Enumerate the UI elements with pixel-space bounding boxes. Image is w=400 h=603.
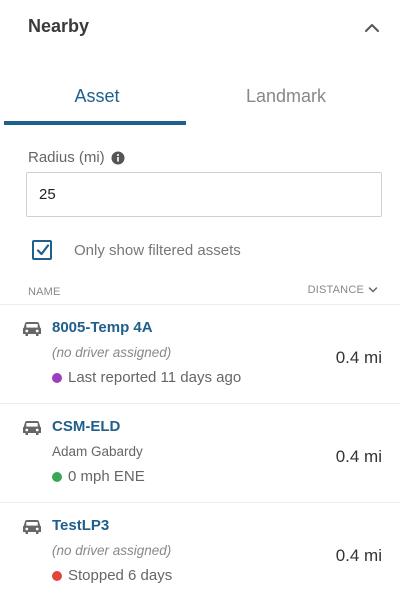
vehicle-icon — [23, 421, 41, 435]
panel-title: Nearby — [28, 16, 90, 36]
asset-name[interactable]: TestLP3 — [52, 517, 109, 534]
status-text: Last reported 11 days ago — [68, 369, 242, 386]
active-tab-indicator — [4, 121, 186, 125]
status-dot — [52, 372, 62, 383]
column-name-header: NAME — [28, 286, 61, 298]
list-item[interactable]: 8005-Temp 4A (no driver assigned) Last r… — [0, 304, 400, 403]
distance-header-label: DISTANCE — [307, 284, 364, 296]
list-item[interactable]: CSM-ELD Adam Gabardy 0 mph ENE 0.4 mi — [0, 403, 400, 502]
asset-status: 0 mph ENE — [52, 468, 145, 485]
panel-header: Nearby — [0, 0, 400, 56]
radius-label-text: Radius (mi) — [28, 149, 105, 166]
asset-name[interactable]: 8005-Temp 4A — [52, 319, 153, 336]
asset-distance: 0.4 mi — [335, 546, 382, 565]
column-distance-header[interactable]: DISTANCE — [308, 284, 378, 296]
status-text: 0 mph ENE — [68, 468, 145, 485]
vehicle-icon — [23, 322, 41, 336]
asset-distance: 0.4 mi — [335, 348, 382, 367]
status-dot — [52, 471, 62, 482]
sort-chevron-down-icon — [368, 287, 378, 293]
driver-name: (no driver assigned) — [52, 543, 172, 558]
status-dot — [52, 570, 62, 581]
driver-name: (no driver assigned) — [52, 345, 172, 360]
column-headers: NAME DISTANCE — [0, 282, 400, 304]
asset-distance: 0.4 mi — [335, 447, 382, 466]
info-icon[interactable] — [111, 151, 125, 165]
asset-status: Last reported 11 days ago — [52, 369, 241, 386]
collapse-button[interactable] — [358, 14, 386, 42]
list-item[interactable]: TestLP3 (no driver assigned) Stopped 6 d… — [0, 502, 400, 601]
filter-toggle[interactable]: Only show filtered assets — [32, 238, 241, 262]
filter-label: Only show filtered assets — [74, 241, 241, 259]
chevron-up-icon — [365, 24, 379, 32]
vehicle-icon — [23, 520, 41, 534]
tab-asset[interactable]: Asset — [4, 72, 190, 126]
tab-bar: Asset Landmark — [0, 72, 400, 126]
asset-status: Stopped 6 days — [52, 567, 172, 584]
checkmark-icon — [36, 244, 50, 256]
tab-landmark[interactable]: Landmark — [190, 72, 382, 126]
driver-name: Adam Gabardy — [52, 444, 143, 459]
radius-input[interactable] — [26, 172, 382, 217]
asset-name[interactable]: CSM-ELD — [52, 418, 120, 435]
radius-label: Radius (mi) — [28, 149, 125, 166]
filter-checkbox[interactable] — [32, 240, 52, 260]
status-text: Stopped 6 days — [68, 567, 173, 584]
